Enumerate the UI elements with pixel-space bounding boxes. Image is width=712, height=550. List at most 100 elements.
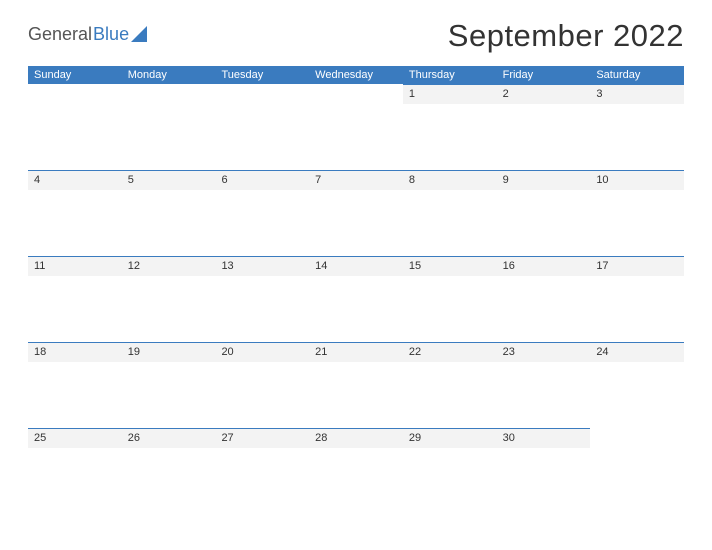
calendar-day bbox=[215, 84, 309, 170]
calendar-day: 4 bbox=[28, 170, 122, 256]
calendar-day bbox=[309, 84, 403, 170]
day-body bbox=[403, 362, 497, 428]
day-body bbox=[590, 362, 684, 428]
day-header: Monday bbox=[122, 66, 216, 84]
day-number: 14 bbox=[315, 260, 397, 272]
calendar-day: 2 bbox=[497, 84, 591, 170]
calendar-day: 29 bbox=[403, 428, 497, 514]
calendar-day: 28 bbox=[309, 428, 403, 514]
day-body bbox=[28, 362, 122, 428]
day-header-row: Sunday Monday Tuesday Wednesday Thursday… bbox=[28, 66, 684, 84]
calendar-day: 9 bbox=[497, 170, 591, 256]
day-body bbox=[309, 362, 403, 428]
day-body bbox=[309, 276, 403, 342]
day-header: Saturday bbox=[590, 66, 684, 84]
day-number: 13 bbox=[221, 260, 303, 272]
day-number: 6 bbox=[221, 174, 303, 186]
day-number: 20 bbox=[221, 346, 303, 358]
calendar-day: 21 bbox=[309, 342, 403, 428]
day-header: Sunday bbox=[28, 66, 122, 84]
day-body bbox=[497, 190, 591, 256]
day-body bbox=[403, 104, 497, 170]
day-body bbox=[28, 276, 122, 342]
day-number: 4 bbox=[34, 174, 116, 186]
calendar-day bbox=[590, 428, 684, 514]
day-number: 22 bbox=[409, 346, 491, 358]
calendar-day: 16 bbox=[497, 256, 591, 342]
calendar-grid: Sunday Monday Tuesday Wednesday Thursday… bbox=[28, 66, 684, 514]
brand-word-1: General bbox=[28, 24, 92, 45]
calendar-day: 15 bbox=[403, 256, 497, 342]
calendar-week: 25 26 27 28 29 30 bbox=[28, 428, 684, 514]
day-number: 24 bbox=[596, 346, 678, 358]
day-body bbox=[590, 104, 684, 170]
calendar-title: September 2022 bbox=[448, 18, 684, 54]
calendar-day: 22 bbox=[403, 342, 497, 428]
day-number: 28 bbox=[315, 432, 397, 444]
calendar-day: 1 bbox=[403, 84, 497, 170]
calendar-header: General Blue September 2022 bbox=[28, 18, 684, 54]
day-number: 5 bbox=[128, 174, 210, 186]
day-header: Wednesday bbox=[309, 66, 403, 84]
day-body bbox=[309, 190, 403, 256]
calendar-day: 14 bbox=[309, 256, 403, 342]
day-body bbox=[122, 448, 216, 514]
calendar-day: 20 bbox=[215, 342, 309, 428]
calendar-day: 23 bbox=[497, 342, 591, 428]
calendar-day: 11 bbox=[28, 256, 122, 342]
day-body bbox=[309, 448, 403, 514]
day-body bbox=[590, 190, 684, 256]
day-number: 17 bbox=[596, 260, 678, 272]
day-number: 12 bbox=[128, 260, 210, 272]
day-number: 3 bbox=[596, 88, 678, 100]
day-number: 15 bbox=[409, 260, 491, 272]
day-header: Friday bbox=[497, 66, 591, 84]
day-number: 11 bbox=[34, 260, 116, 272]
calendar-day bbox=[122, 84, 216, 170]
day-number: 23 bbox=[503, 346, 585, 358]
day-body bbox=[122, 276, 216, 342]
brand-triangle-icon bbox=[131, 26, 147, 42]
day-number: 8 bbox=[409, 174, 491, 186]
calendar-day: 10 bbox=[590, 170, 684, 256]
day-number: 19 bbox=[128, 346, 210, 358]
day-number: 7 bbox=[315, 174, 397, 186]
day-body bbox=[28, 190, 122, 256]
day-body bbox=[122, 190, 216, 256]
day-header: Thursday bbox=[403, 66, 497, 84]
day-header: Tuesday bbox=[215, 66, 309, 84]
calendar-day: 27 bbox=[215, 428, 309, 514]
day-body bbox=[215, 448, 309, 514]
calendar-day: 12 bbox=[122, 256, 216, 342]
calendar-week: 123 bbox=[28, 84, 684, 170]
day-body bbox=[215, 362, 309, 428]
calendar-day: 19 bbox=[122, 342, 216, 428]
day-number: 26 bbox=[128, 432, 210, 444]
day-body bbox=[497, 276, 591, 342]
day-body bbox=[28, 448, 122, 514]
calendar-day bbox=[28, 84, 122, 170]
day-number: 9 bbox=[503, 174, 585, 186]
calendar-day: 6 bbox=[215, 170, 309, 256]
day-body bbox=[497, 362, 591, 428]
day-number: 1 bbox=[409, 88, 491, 100]
day-body bbox=[497, 104, 591, 170]
day-number: 30 bbox=[503, 432, 585, 444]
calendar-day: 8 bbox=[403, 170, 497, 256]
calendar-day: 26 bbox=[122, 428, 216, 514]
calendar-day: 18 bbox=[28, 342, 122, 428]
calendar-week: 18 19 20 21 22 23 24 bbox=[28, 342, 684, 428]
day-body bbox=[590, 276, 684, 342]
calendar-day: 13 bbox=[215, 256, 309, 342]
calendar-week: 11 12 13 14 15 16 17 bbox=[28, 256, 684, 342]
day-body bbox=[497, 448, 591, 514]
day-body bbox=[215, 190, 309, 256]
calendar-day: 3 bbox=[590, 84, 684, 170]
day-number: 18 bbox=[34, 346, 116, 358]
brand-logo: General Blue bbox=[28, 24, 147, 45]
day-body bbox=[215, 276, 309, 342]
day-number: 16 bbox=[503, 260, 585, 272]
calendar-day: 5 bbox=[122, 170, 216, 256]
day-number: 10 bbox=[596, 174, 678, 186]
day-number: 25 bbox=[34, 432, 116, 444]
